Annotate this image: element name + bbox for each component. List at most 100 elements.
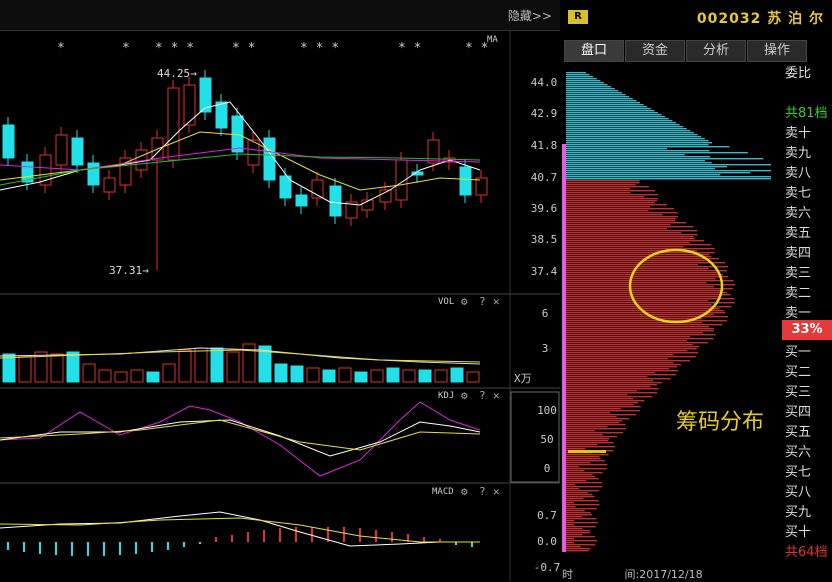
tab-fenxi[interactable]: 分析 [686,40,746,62]
chip-bar [566,494,593,496]
chip-bar [566,82,604,84]
chip-bar [566,254,710,256]
chip-bar [566,134,698,136]
chip-bar [566,398,634,400]
chip-bar [566,288,733,290]
chip-bar [566,164,771,166]
chart-top-bar: 隐藏>> [0,0,560,31]
chip-bar [566,282,707,284]
chip-bar [566,248,715,250]
chip-bar [566,362,674,364]
vol-gear-icon[interactable]: ⚙ [461,295,468,308]
chip-bar [566,338,714,340]
vol-close-icon[interactable]: ✕ [493,295,500,308]
volume-bar [130,369,144,383]
sell-level-3: 卖三 [785,266,812,281]
chip-bar [566,230,698,232]
chip-bar [566,426,608,428]
chip-bar [566,72,586,74]
price-tick: 41.8 [531,139,558,152]
tab-caozuo[interactable]: 操作 [747,40,807,62]
volume-bar [338,367,352,383]
price-tick: 39.6 [531,202,558,215]
chip-bar [566,192,631,194]
chip-bar [566,504,600,506]
chip-bar [566,166,728,168]
kdj-label: KDJ [438,391,454,401]
kdj-help-icon[interactable]: ? [479,389,486,402]
volume-bar [210,347,224,383]
chip-bar [566,336,691,338]
volume-bar [162,363,176,383]
chip-bar [566,298,735,300]
chip-bar [566,238,695,240]
tab-zijin[interactable]: 资金 [625,40,685,62]
chip-bar [566,184,636,186]
chip-bar [566,408,621,410]
chip-bar [566,486,603,488]
chip-bar [566,80,601,82]
macd-close-icon[interactable]: ✕ [493,485,500,498]
chip-distribution [562,72,771,552]
chip-bar [566,98,633,100]
kdj-tick-0: 0 [544,462,551,475]
volume-bar [418,369,432,383]
r-badge: R [568,10,588,24]
chip-bar [566,190,656,192]
chip-bar [566,510,585,512]
candle-body [119,157,132,186]
chip-bar [566,124,680,126]
chip-bar [566,130,691,132]
volume-bars [0,343,481,383]
volume-bar [370,369,384,383]
chip-bar [566,536,596,538]
chip-bar [566,332,704,334]
chip-bar [566,502,574,504]
chip-bar [566,88,615,90]
chip-bar [566,228,667,230]
hide-button[interactable]: 隐藏>> [508,7,552,24]
signal-star: * * [465,41,488,56]
vol-tick-6: 6 [542,307,549,320]
macd-gear-icon[interactable]: ⚙ [461,485,468,498]
chip-bar [566,214,663,216]
chip-bar [566,432,624,434]
kdj-gear-icon[interactable]: ⚙ [461,389,468,402]
chip-bar [566,404,634,406]
chip-bar [566,270,728,272]
chip-bar [566,520,574,522]
chip-bar [566,242,690,244]
macd-help-icon[interactable]: ? [479,485,486,498]
chip-bar [566,358,669,360]
kdj-d-line [0,419,481,451]
chip-bar [566,382,663,384]
chip-bar [566,172,751,174]
chip-bar [566,236,694,238]
chip-bar [566,490,599,492]
high-price-label: 44.25→ [157,67,197,80]
chip-bar [566,528,583,530]
vol-help-icon[interactable]: ? [479,295,486,308]
sell-level-1: 卖一 [785,306,812,321]
chip-bar [566,416,617,418]
volume-bar [98,369,112,383]
buy-level-1: 买一 [785,345,812,360]
tab-pankou[interactable]: 盘口 [564,40,624,62]
chip-bar [566,324,723,326]
chip-bar [566,136,702,138]
chip-bar [566,168,715,170]
chip-bar [566,360,691,362]
macd-label: MACD [432,487,454,497]
ma-label: MA [487,35,498,45]
volume-bar [66,351,80,383]
kdj-lines [0,401,481,477]
chart-area[interactable]: * * * * * * * * * * * * * * MA 44.0 42.9 41.8 40.… [0,30,560,581]
weibi-label: 委比 [785,66,812,81]
kdj-close-icon[interactable]: ✕ [493,389,500,402]
chip-bar [566,232,682,234]
candle-body [459,166,472,196]
volume-bar [82,363,96,383]
stock-code: 002032 [696,11,762,27]
vol-label: VOL [438,297,454,307]
chip-bar [566,460,605,462]
